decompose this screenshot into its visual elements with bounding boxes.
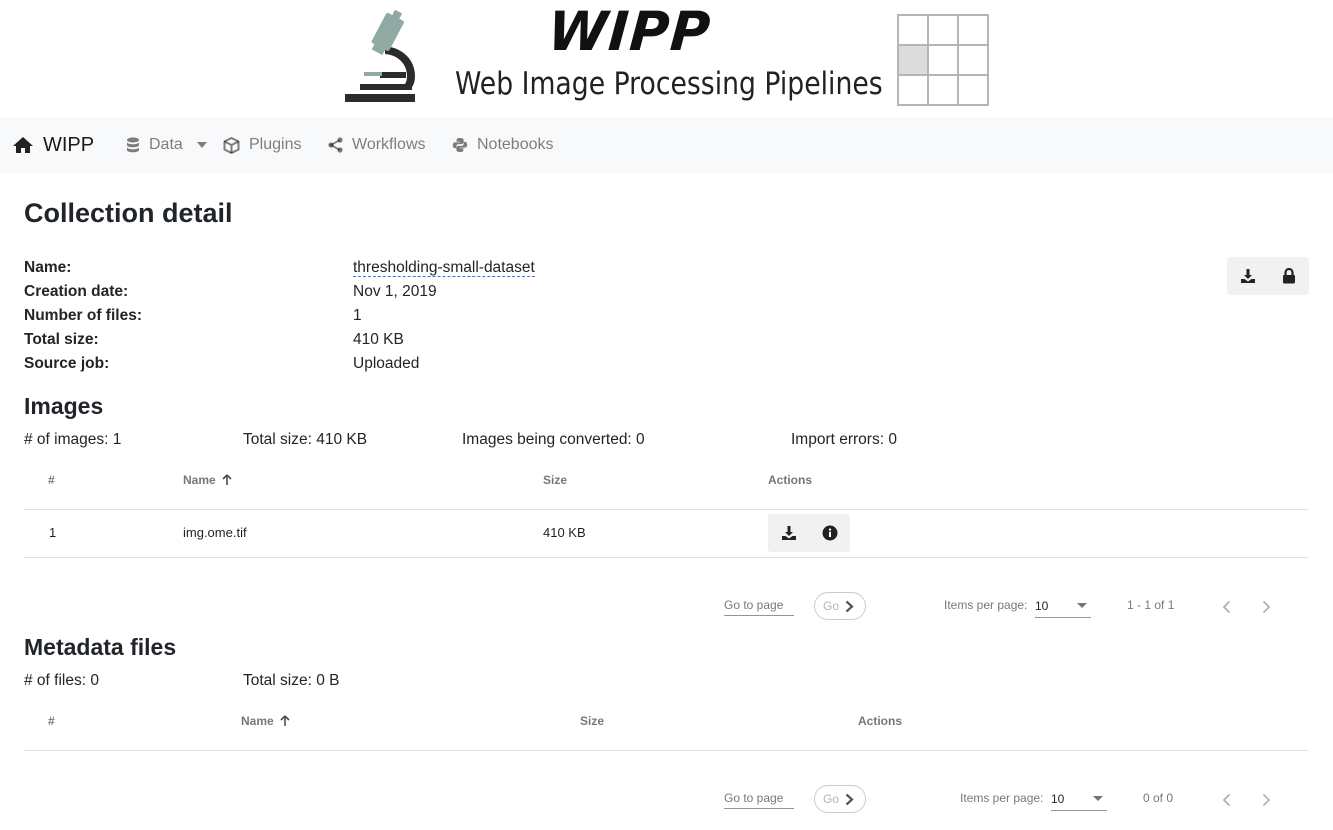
download-image-button[interactable] [768,514,809,552]
metadata-col-name[interactable]: Name [241,714,290,728]
table-divider [24,750,1308,751]
nav-item-data-label: Data [149,136,183,153]
images-col-index: # [48,473,55,487]
brand-subtitle: Web Image Processing Pipelines [455,66,883,102]
field-label-total-size: Total size: [24,331,99,348]
metadata-col-actions: Actions [858,714,903,728]
field-label-source-job: Source job: [24,355,110,372]
nav-item-notebooks[interactable]: Notebooks [452,117,554,173]
metadata-go-label: Go [823,792,840,806]
banner: WIPP Web Image Processing Pipelines [0,0,1333,117]
metadata-prev-page-button[interactable] [1216,790,1236,810]
navbar: WIPP Data Plugins Workflows Notebooks [0,117,1333,173]
grid-logo [897,14,989,106]
metadata-col-index: # [48,714,55,728]
download-collection-button[interactable] [1227,257,1268,295]
page-title: Collection detail [24,198,233,228]
metadata-range-label: 0 of 0 [1143,791,1174,805]
chevron-right-icon [1262,600,1270,614]
sort-arrow-up-icon [222,474,232,485]
chevron-right-icon [845,600,854,612]
field-label-creation-date: Creation date: [24,283,129,300]
metadata-count: # of files: 0 [24,672,99,689]
field-value-creation-date: Nov 1, 2019 [353,283,437,300]
field-value-number-of-files: 1 [353,307,362,324]
database-icon [127,137,139,152]
field-value-total-size: 410 KB [353,331,404,348]
image-row-size: 410 KB [543,525,586,540]
brand-title: WIPP [545,0,714,63]
lock-collection-button[interactable] [1268,257,1309,295]
home-icon [13,137,33,153]
metadata-next-page-button[interactable] [1256,790,1276,810]
image-row-name: img.ome.tif [183,525,247,540]
metadata-items-per-page-value: 10 [1051,792,1065,806]
images-col-size: Size [543,473,568,487]
chevron-right-icon [845,793,854,805]
image-info-button[interactable] [809,514,850,552]
images-col-name-label: Name [183,473,216,487]
metadata-goto-page-input[interactable]: Go to page [724,790,794,809]
images-total-size: Total size: 410 KB [243,431,368,448]
cube-icon [223,136,240,154]
download-icon [781,526,796,540]
table-divider [24,509,1308,510]
chevron-right-icon [1262,793,1270,807]
images-items-per-page-label: Items per page: [944,598,1028,612]
metadata-go-button[interactable]: Go [814,785,866,813]
nav-item-workflows-label: Workflows [352,136,426,153]
metadata-total-size: Total size: 0 B [243,672,340,689]
images-go-label: Go [823,599,840,613]
nav-item-notebooks-label: Notebooks [477,136,554,153]
images-import-errors: Import errors: 0 [791,431,897,448]
collection-actions [1227,257,1309,295]
table-row-divider [24,557,1308,558]
chevron-down-icon [1093,796,1103,801]
metadata-col-size: Size [580,714,605,728]
images-range-label: 1 - 1 of 1 [1127,598,1175,612]
chevron-left-icon [1222,793,1230,807]
image-row-actions [768,514,850,552]
images-items-per-page-value: 10 [1035,599,1049,613]
nav-item-workflows[interactable]: Workflows [328,117,426,173]
chevron-down-icon [196,142,207,148]
nav-brand-home[interactable]: WIPP [12,117,94,173]
sort-arrow-up-icon [280,715,290,726]
field-label-number-of-files: Number of files: [24,307,142,324]
share-alt-icon [328,137,343,153]
collection-name-editable[interactable]: thresholding-small-dataset [353,259,535,277]
images-heading: Images [24,393,104,419]
nav-item-plugins[interactable]: Plugins [223,117,301,173]
images-next-page-button[interactable] [1256,597,1276,617]
images-items-per-page-select[interactable]: 10 [1035,596,1091,618]
images-col-actions: Actions [768,473,813,487]
images-converting: Images being converted: 0 [462,431,645,448]
images-goto-page-input[interactable]: Go to page [724,597,794,616]
images-prev-page-button[interactable] [1216,597,1236,617]
metadata-col-name-label: Name [241,714,274,728]
lock-icon [1282,268,1295,284]
nav-item-data[interactable]: Data [126,117,207,173]
field-value-source-job: Uploaded [353,355,420,372]
image-row-index: 1 [49,525,57,540]
field-value-name[interactable]: thresholding-small-dataset [353,259,535,277]
field-label-name: Name: [24,259,72,276]
python-icon [452,138,468,152]
microscope-logo [345,10,415,102]
nav-brand-label: WIPP [43,133,95,156]
metadata-heading: Metadata files [24,634,177,660]
images-count: # of images: 1 [24,431,122,448]
chevron-left-icon [1222,600,1230,614]
metadata-items-per-page-select[interactable]: 10 [1051,789,1107,811]
metadata-items-per-page-label: Items per page: [960,791,1044,805]
chevron-down-icon [1077,603,1087,608]
images-col-name[interactable]: Name [183,473,232,487]
images-go-button[interactable]: Go [814,592,866,620]
download-icon [1240,269,1255,283]
nav-item-plugins-label: Plugins [249,136,302,153]
info-circle-icon [822,525,837,541]
